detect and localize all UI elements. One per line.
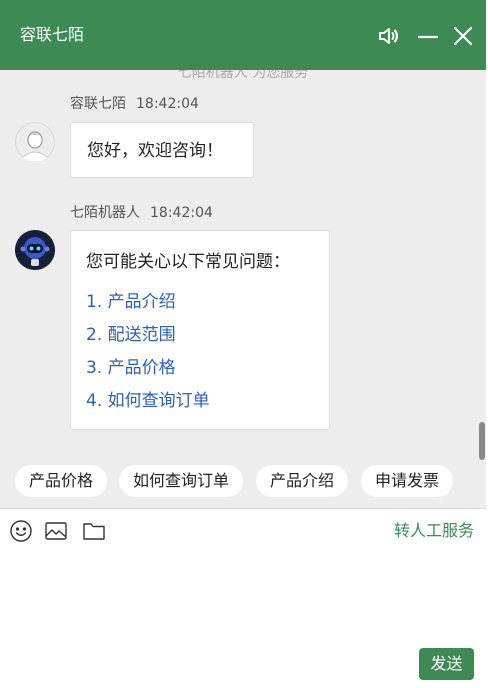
quick-reply-chip[interactable]: 如何查询订单 [119, 465, 244, 497]
folder-icon[interactable] [82, 519, 106, 543]
message-text: 您好，欢迎咨询！ [87, 141, 223, 161]
scrollbar-thumb[interactable] [479, 422, 485, 460]
sender-name: 容联七陌 [70, 96, 126, 112]
faq-intro: 您可能关心以下常见问题： [86, 252, 290, 272]
faq-item-product-intro[interactable]: 1. 产品介绍 [86, 287, 176, 312]
quick-replies: 产品价格 如何查询订单 产品介绍 申请发票 [0, 460, 486, 508]
service-notice: 七陌机器人 为您服务 [177, 70, 309, 81]
message-time: 18:42:04 [150, 205, 213, 221]
faq-item-product-price[interactable]: 3. 产品价格 [86, 353, 176, 378]
speaker-icon[interactable] [377, 24, 401, 48]
quick-reply-chip[interactable]: 产品价格 [15, 465, 108, 497]
message-bubble: 您好，欢迎咨询！ [70, 122, 254, 178]
message-time: 18:42:04 [136, 96, 199, 112]
transfer-to-agent-link[interactable]: 转人工服务 [394, 517, 474, 541]
image-icon[interactable] [44, 519, 68, 543]
faq-bubble: 您可能关心以下常见问题： 1. 产品介绍 2. 配送范围 3. 产品价格 4. … [70, 230, 330, 430]
message-input[interactable] [10, 549, 480, 649]
robot-avatar [15, 230, 55, 270]
message-meta: 七陌机器人 18:42:04 [70, 203, 213, 223]
quick-reply-chip[interactable]: 产品介绍 [256, 465, 349, 497]
user-avatar [15, 122, 55, 162]
quick-reply-chip[interactable]: 申请发票 [361, 465, 454, 497]
emoji-icon[interactable] [9, 519, 33, 543]
sender-name: 七陌机器人 [70, 205, 140, 221]
chat-window: 容联七陌 七陌机器人 为您服务 容联七陌 18:42:04 您好，欢迎咨询！ 七… [0, 0, 486, 688]
message-list[interactable]: 七陌机器人 为您服务 容联七陌 18:42:04 您好，欢迎咨询！ 七陌机器人 18… [0, 70, 486, 460]
minimize-icon[interactable] [416, 24, 440, 48]
chat-title: 容联七陌 [20, 25, 85, 44]
message-meta: 容联七陌 18:42:04 [70, 94, 199, 114]
faq-item-delivery-range[interactable]: 2. 配送范围 [86, 320, 176, 345]
chat-header: 容联七陌 [0, 0, 486, 70]
send-button[interactable]: 发送 [419, 648, 474, 680]
input-area: 转人工服务 发送 [0, 508, 486, 688]
faq-item-order-lookup[interactable]: 4. 如何查询订单 [86, 386, 210, 411]
close-icon[interactable] [451, 24, 475, 48]
